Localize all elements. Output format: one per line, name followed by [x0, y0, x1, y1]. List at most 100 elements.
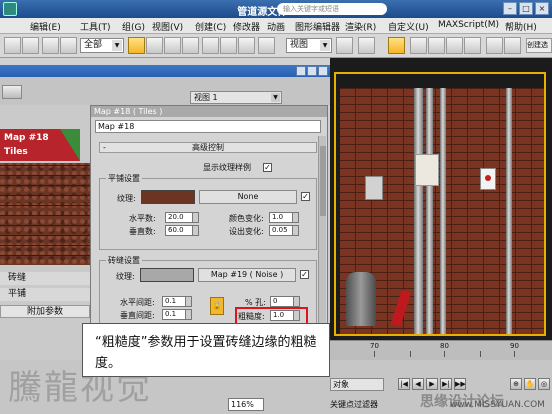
pan-view-icon[interactable]: ✋: [524, 378, 536, 390]
menu-edit[interactable]: 编辑(E): [30, 20, 61, 33]
material-editor-titlebar: [0, 65, 330, 77]
grout-map-checkbox[interactable]: ✓: [300, 270, 309, 279]
time-slider-track[interactable]: 70 80 90: [330, 340, 552, 360]
editor-minimize-button[interactable]: [296, 66, 306, 76]
grout-map-button[interactable]: Map #19 ( Noise ): [198, 268, 296, 282]
material-editor-toolbar: 视图 1 ▼: [0, 77, 330, 105]
scrollbar-thumb[interactable]: [320, 146, 326, 216]
brick-preview-thumbnail[interactable]: [0, 163, 90, 265]
timeline-tick: [480, 351, 481, 357]
scale-icon[interactable]: [238, 37, 255, 54]
region-select-icon[interactable]: [164, 37, 181, 54]
editor-maximize-button[interactable]: [307, 66, 317, 76]
move-icon[interactable]: [202, 37, 219, 54]
next-frame-icon[interactable]: ▶|: [440, 378, 452, 390]
object-filter-dropdown[interactable]: 对象: [330, 378, 384, 391]
close-button[interactable]: ×: [535, 2, 549, 15]
horizontal-count-spinner[interactable]: 20.0: [165, 212, 199, 223]
menu-rendering[interactable]: 渲染(R): [345, 20, 376, 33]
menu-tools[interactable]: 工具(T): [80, 20, 111, 33]
tiles-texture-label: 纹理:: [117, 194, 136, 203]
menu-animation[interactable]: 动画: [267, 20, 285, 33]
reference-coord-dropdown[interactable]: 视图 ▼: [286, 38, 332, 53]
tiles-color-swatch[interactable]: [141, 190, 195, 204]
create-selection-set-dropdown[interactable]: 创建选: [526, 38, 552, 53]
key-filters-button[interactable]: 关键点过滤器: [330, 398, 382, 411]
menu-graph-editors[interactable]: 图形编辑器: [295, 20, 340, 33]
unlink-icon[interactable]: [60, 37, 77, 54]
menu-customize[interactable]: 自定义(U): [388, 20, 429, 33]
holes-spinner[interactable]: 0: [270, 296, 300, 307]
selection-filter-value: 全部: [84, 40, 103, 50]
keyboard-shortcut-icon[interactable]: [388, 37, 405, 54]
menu-help[interactable]: 帮助(H): [505, 20, 537, 33]
select-object-icon[interactable]: [128, 37, 145, 54]
map-name-field[interactable]: Map #18: [95, 120, 321, 133]
grout-color-swatch[interactable]: [140, 268, 194, 282]
nav-item-grout[interactable]: 砖缝: [0, 272, 90, 285]
vertical-gap-label: 垂直间距:: [120, 311, 155, 320]
pivot-center-icon[interactable]: [336, 37, 353, 54]
percent-snap-icon[interactable]: [446, 37, 463, 54]
play-icon[interactable]: ▶: [426, 378, 438, 390]
angle-snap-icon[interactable]: [428, 37, 445, 54]
view-dropdown[interactable]: 视图 1 ▼: [190, 91, 282, 104]
timeline-tick: [444, 351, 445, 357]
color-variance-spinner[interactable]: 1.0: [269, 212, 299, 223]
nav-item-tiles[interactable]: 平铺: [0, 288, 90, 301]
horizontal-gap-spinner[interactable]: 0.1: [162, 296, 192, 307]
main-toolbar: 全部 ▼ 视图 ▼ 创建选: [0, 34, 552, 58]
fade-variance-spinner[interactable]: 0.05: [269, 225, 299, 236]
maximize-button[interactable]: □: [519, 2, 533, 15]
menu-group[interactable]: 组(G): [122, 20, 145, 33]
editor-close-button[interactable]: [318, 66, 328, 76]
tiles-map-checkbox[interactable]: ✓: [301, 192, 310, 201]
vertical-count-spinner[interactable]: 60.0: [165, 225, 199, 236]
snap-toggle-icon[interactable]: [410, 37, 427, 54]
link-icon[interactable]: [42, 37, 59, 54]
gap-lock-icon[interactable]: 🔒: [210, 297, 224, 315]
undo-icon[interactable]: [4, 37, 21, 54]
menu-views[interactable]: 视图(V): [152, 20, 183, 33]
rollout-title: 高级控制: [192, 143, 224, 152]
tutorial-callout: “粗糙度”参数用于设置砖缝边缘的粗糙度。: [82, 323, 330, 377]
nav-extra-params[interactable]: 附加参数: [0, 305, 90, 318]
menu-maxscript[interactable]: MAXScript(M): [438, 20, 499, 30]
tiles-map-button[interactable]: None: [199, 190, 297, 204]
select-manipulate-icon[interactable]: [258, 37, 275, 54]
window-title: 管道源文件.max: [237, 7, 315, 18]
zoom-extents-icon[interactable]: ⊕: [510, 378, 522, 390]
timeline-tick: [410, 351, 411, 357]
spinner-snap-icon[interactable]: [464, 37, 481, 54]
zoom-level-dropdown[interactable]: 116%: [228, 398, 264, 411]
perspective-viewport[interactable]: [330, 58, 552, 340]
show-texture-swatches-checkbox[interactable]: ✓: [263, 163, 272, 172]
prev-frame-icon[interactable]: ◀: [412, 378, 424, 390]
map-node-label: Map #18: [4, 133, 49, 143]
map-node-type: Tiles: [4, 147, 28, 157]
map-node-header[interactable]: Map #18 Tiles: [0, 129, 80, 161]
minimize-button[interactable]: –: [503, 2, 517, 15]
goto-end-icon[interactable]: ▶▶: [454, 378, 466, 390]
search-input[interactable]: 输入关键字或短语: [277, 3, 387, 15]
window-crossing-icon[interactable]: [182, 37, 199, 54]
orbit-icon[interactable]: ◎: [538, 378, 550, 390]
rotate-icon[interactable]: [220, 37, 237, 54]
advanced-controls-rollout[interactable]: - 高级控制: [99, 142, 317, 153]
menu-modifiers[interactable]: 修改器: [233, 20, 260, 33]
selection-filter-dropdown[interactable]: 全部 ▼: [80, 38, 124, 53]
panel-scrollbar[interactable]: [318, 136, 326, 326]
mirror-icon[interactable]: [504, 37, 521, 54]
command-strip: [0, 58, 330, 65]
callout-text: “粗糙度”参数用于设置砖缝边缘的粗糙度。: [95, 335, 317, 371]
goto-start-icon[interactable]: |◀: [398, 378, 410, 390]
select-by-name-icon[interactable]: [146, 37, 163, 54]
slate-tool-icon[interactable]: [2, 85, 22, 99]
transform-gizmo-icon[interactable]: [358, 37, 375, 54]
menu-create[interactable]: 创建(C): [195, 20, 226, 33]
edit-named-selection-icon[interactable]: [486, 37, 503, 54]
vertical-gap-spinner[interactable]: 0.1: [162, 309, 192, 320]
vertical-count-label: 垂直数:: [129, 227, 156, 236]
show-texture-swatches-label: 显示纹理样例: [203, 163, 251, 172]
redo-icon[interactable]: [22, 37, 39, 54]
